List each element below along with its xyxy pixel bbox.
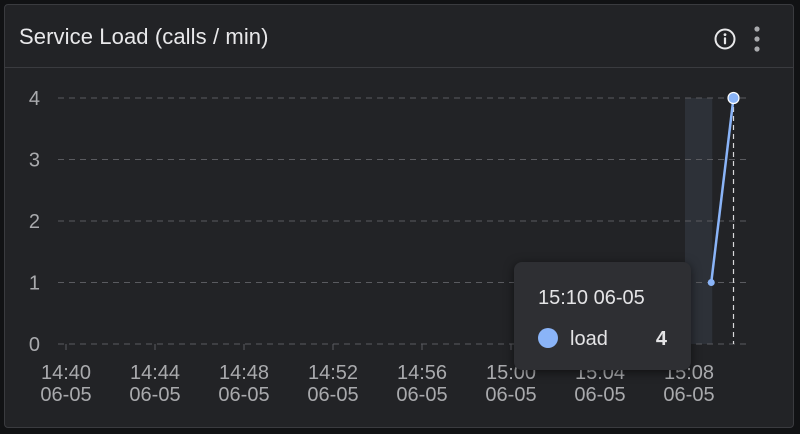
y-tick-label: 0: [29, 334, 40, 356]
y-tick-label: 2: [29, 211, 40, 233]
series-line: [710, 97, 735, 283]
x-tick-label-date: 06-05: [663, 384, 714, 406]
y-tick-label: 3: [29, 150, 40, 172]
x-tick-label-date: 06-05: [307, 384, 358, 406]
x-tick-label-date: 06-05: [218, 384, 269, 406]
x-tick-label-date: 06-05: [485, 384, 536, 406]
tooltip-series-value: 4: [655, 328, 667, 350]
x-tick-label-time: 14:56: [397, 362, 447, 384]
x-tick-label-time: 14:44: [130, 362, 180, 384]
y-tick-label: 4: [29, 88, 40, 110]
y-tick-label: 1: [29, 273, 40, 295]
x-tick-label-time: 14:48: [219, 362, 269, 384]
x-tick-label-date: 06-05: [574, 384, 625, 406]
series-point: [727, 91, 740, 105]
chart-tooltip: 15:10 06-05 load 4: [514, 262, 691, 370]
series-point: [707, 279, 715, 286]
tooltip-series-swatch: [538, 328, 558, 348]
x-tick-label-time: 14:52: [308, 362, 358, 384]
x-tick-label-time: 14:40: [41, 362, 91, 384]
tooltip-time: 15:10 06-05: [538, 287, 645, 309]
x-tick-label-date: 06-05: [396, 384, 447, 406]
x-tick-label-date: 06-05: [40, 384, 91, 406]
x-tick-label-date: 06-05: [129, 384, 180, 406]
tooltip-series-name: load: [570, 328, 608, 350]
